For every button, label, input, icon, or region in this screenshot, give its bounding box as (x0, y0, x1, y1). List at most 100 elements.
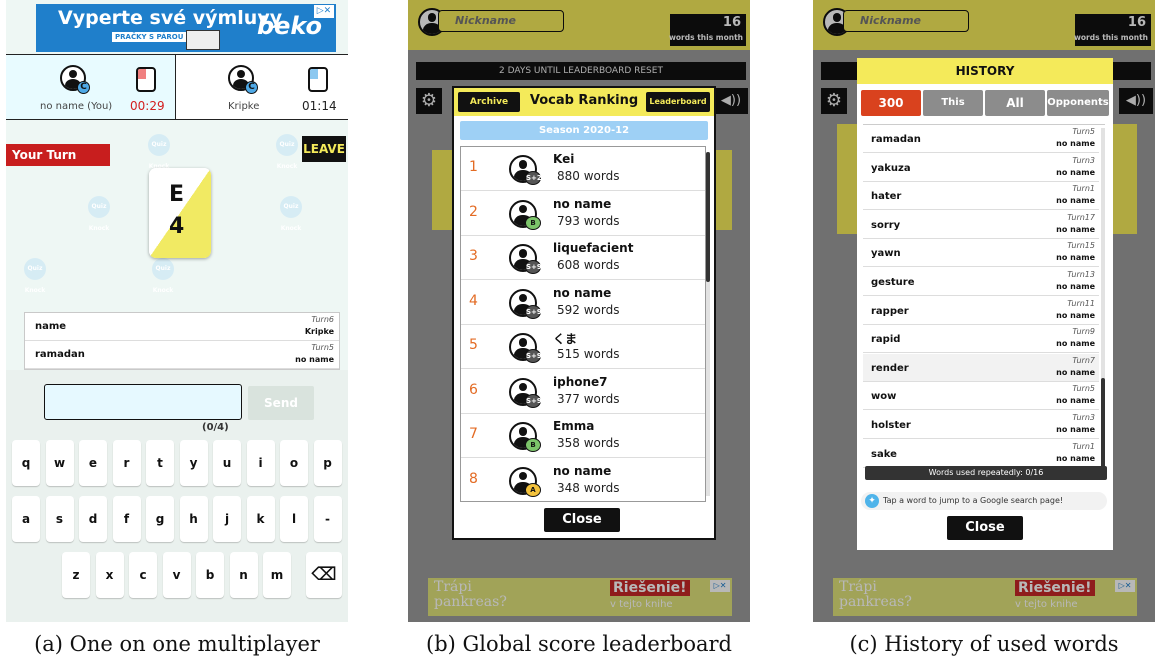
list-item[interactable]: name Turn6 Kripke (25, 313, 339, 341)
turn-label: Turn1 (1072, 441, 1095, 451)
list-item[interactable]: hater Turn1 no name (863, 182, 1099, 211)
caption-b: (b) Global score leaderboard (426, 632, 732, 656)
player-name: no name (553, 463, 612, 478)
list-item[interactable]: ramadan Turn5 no name (25, 341, 339, 369)
archive-button[interactable]: Archive (458, 92, 520, 112)
list-item[interactable]: rapid Turn9 no name (863, 325, 1099, 354)
key-e[interactable]: e (79, 440, 107, 486)
leaderboard-button[interactable]: Leaderboard (646, 92, 710, 112)
list-item[interactable]: yakuza Turn3 no name (863, 154, 1099, 182)
key-p[interactable]: p (313, 440, 342, 486)
key-h[interactable]: h (179, 496, 208, 542)
turn-label: Turn7 (1072, 355, 1095, 365)
rank-number: 7 (469, 426, 478, 442)
table-row[interactable]: 1 S+2 Kei 880 words (461, 147, 705, 191)
history-word: sake (871, 448, 897, 460)
list-item[interactable]: wow Turn5 no name (863, 382, 1099, 411)
list-item[interactable]: render Turn7 no name (863, 353, 1099, 382)
word-input[interactable] (44, 384, 242, 420)
list-item[interactable]: sake Turn1 no name (863, 440, 1099, 468)
timer-icon (136, 67, 156, 92)
player-name: no name (1056, 396, 1095, 406)
tab-all[interactable]: All (985, 90, 1045, 116)
key-i[interactable]: i (246, 440, 275, 486)
key-k[interactable]: k (246, 496, 275, 542)
answer-counter: (0/4) (202, 422, 229, 433)
key-v[interactable]: v (162, 552, 191, 598)
key-n[interactable]: n (229, 552, 258, 598)
table-row[interactable]: 4 S+9 no name 592 words (461, 281, 705, 325)
rank-badge: S+2 (525, 171, 542, 185)
turn-label: Turn3 (1072, 155, 1095, 165)
scrollbar[interactable] (706, 152, 710, 496)
key-d[interactable]: d (79, 496, 107, 542)
ad-tag: PRAČKY S PÁROU (112, 32, 187, 42)
player-name: Emma (553, 419, 595, 433)
key-c[interactable]: c (129, 552, 157, 598)
key-g[interactable]: g (146, 496, 174, 542)
table-row[interactable]: 2 Bno name 793 words (461, 192, 705, 236)
key-l[interactable]: l (280, 496, 308, 542)
rank-number: 5 (469, 337, 478, 353)
key-u[interactable]: u (213, 440, 241, 486)
vocab-ranking-dialog: Archive Vocab Ranking Leaderboard Season… (452, 86, 716, 540)
tab-300[interactable]: 300 (861, 90, 921, 116)
key-m[interactable]: m (263, 552, 291, 598)
quiz-knock-logo-icon: Quiz Knock (24, 258, 46, 294)
rank-badge: S+9 (525, 393, 542, 408)
ad-headline: Vyperte své výmluvy (58, 7, 283, 29)
list-item[interactable]: rapper Turn11 no name (863, 297, 1099, 325)
history-word: holster (871, 420, 911, 431)
timer-value: 01:14 (302, 99, 337, 113)
key-y[interactable]: y (179, 440, 208, 486)
table-row[interactable]: 6 S+9 iphone7 377 words (461, 370, 705, 414)
turn-label: Turn9 (1072, 327, 1095, 337)
caption-c: (c) History of used words (849, 632, 1119, 656)
rank-badge: B (525, 215, 541, 230)
card-letter: E (169, 182, 185, 207)
table-row[interactable]: 5 S+9 くま 515 words (461, 325, 705, 369)
player-name: no name (1056, 339, 1095, 349)
key-j[interactable]: j (213, 496, 241, 542)
key-s[interactable]: s (45, 496, 74, 542)
key-x[interactable]: x (95, 552, 124, 598)
tab-opponents[interactable]: Opponents (1047, 90, 1109, 116)
table-row[interactable]: 3 S+9 liquefacient 608 words (461, 236, 705, 280)
ad-banner[interactable]: Vyperte své výmluvy PRAČKY S PÁROU beko … (36, 4, 336, 52)
word-count: 608 words (557, 258, 620, 272)
list-item[interactable]: yawn Turn15 no name (863, 239, 1099, 268)
key-r[interactable]: r (112, 440, 141, 486)
player-name: no name (1056, 453, 1095, 463)
list-item[interactable]: sorry Turn17 no name (863, 211, 1099, 239)
list-item[interactable]: gesture Turn13 no name (863, 268, 1099, 296)
keyboard-area: Send (0/4) q w e r t y u i o p a s d f g h j k l - z x c v b n m ⌫ (6, 370, 348, 622)
backspace-icon[interactable]: ⌫ (306, 552, 342, 598)
ranking-list[interactable]: 1 S+2 Kei 880 words 2 Bno name 793 words 3 S+9 li… (460, 146, 706, 502)
scrollbar[interactable] (1101, 128, 1105, 478)
table-row[interactable]: 7 B Emma 358 words (461, 414, 705, 458)
list-item[interactable]: ramadan Turn5 no name (863, 125, 1099, 153)
key-b[interactable]: b (196, 552, 224, 598)
key-z[interactable]: z (62, 552, 90, 598)
ad-close-icon[interactable]: ▷✕ (314, 5, 334, 18)
word-count: 793 words (557, 213, 620, 228)
key-a[interactable]: a (12, 496, 40, 542)
turn-label: Turn13 (1067, 270, 1095, 279)
history-list[interactable]: ramadan Turn5 no name yakuza Turn3 no name hat… (863, 124, 1105, 480)
close-button[interactable]: Close (947, 516, 1023, 540)
key-o[interactable]: o (280, 440, 308, 486)
key-w[interactable]: w (45, 440, 74, 486)
season-label: Season 2020-12 (460, 121, 708, 140)
turn-label: Turn11 (1067, 298, 1095, 308)
word-count: 358 words (557, 436, 620, 450)
key-hyphen[interactable]: - (313, 496, 342, 542)
key-f[interactable]: f (112, 496, 141, 542)
key-q[interactable]: q (12, 440, 40, 486)
leave-button[interactable]: LEAVE (302, 136, 346, 162)
close-button[interactable]: Close (544, 508, 620, 532)
tab-this-month[interactable]: This Month (923, 90, 983, 134)
key-t[interactable]: t (146, 440, 174, 486)
table-row[interactable]: 8 Ano name 348 words (461, 459, 705, 502)
send-button[interactable]: Send (248, 386, 314, 420)
list-item[interactable]: holster Turn3 no name (863, 411, 1099, 439)
